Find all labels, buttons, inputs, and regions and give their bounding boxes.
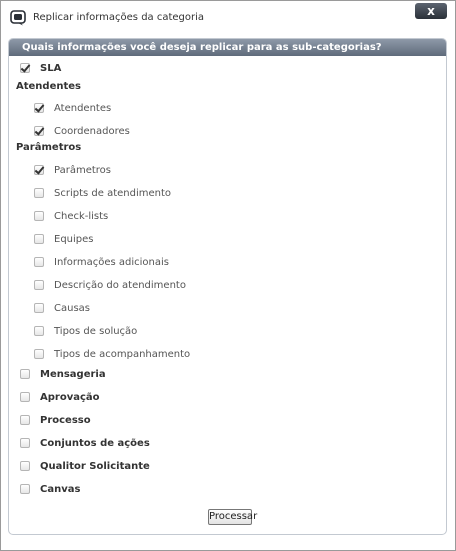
process-button[interactable]: Processar (208, 509, 257, 525)
option-label: Tipos de acompanhamento (54, 348, 191, 360)
option-processo[interactable]: Processo (20, 413, 91, 427)
sla-label: SLA (40, 62, 62, 74)
option-qualitor-solicitante[interactable]: Qualitor Solicitante (20, 459, 150, 473)
option-label: Causas (54, 302, 90, 314)
option-tipos-solucao[interactable]: Tipos de solução (34, 324, 137, 338)
processo-checkbox[interactable] (20, 415, 30, 425)
equipes-checkbox[interactable] (34, 234, 44, 244)
option-label: Canvas (40, 483, 81, 495)
tipos-solucao-checkbox[interactable] (34, 326, 44, 336)
option-causas[interactable]: Causas (34, 301, 90, 315)
option-parametros[interactable]: Parâmetros (34, 163, 111, 177)
coordenadores-checkbox[interactable] (34, 126, 44, 136)
conjuntos-checkbox[interactable] (20, 438, 30, 448)
close-icon[interactable]: x (427, 4, 435, 18)
option-sla[interactable]: SLA (20, 61, 61, 75)
option-scripts[interactable]: Scripts de atendimento (34, 186, 171, 200)
informacoes-checkbox[interactable] (34, 257, 44, 267)
option-label: Processo (40, 414, 91, 426)
option-mensageria[interactable]: Mensageria (20, 367, 106, 381)
sla-checkbox[interactable] (20, 63, 30, 73)
option-checklists[interactable]: Check-lists (34, 209, 108, 223)
option-coordenadores[interactable]: Coordenadores (34, 124, 130, 138)
option-equipes[interactable]: Equipes (34, 232, 94, 246)
checklists-checkbox[interactable] (34, 211, 44, 221)
close-button[interactable]: x (415, 3, 447, 19)
option-label: Aprovação (40, 391, 100, 403)
option-tipos-acompanhamento[interactable]: Tipos de acompanhamento (34, 347, 190, 361)
option-label: Atendentes (54, 102, 112, 114)
aprovacao-checkbox[interactable] (20, 392, 30, 402)
option-atendentes[interactable]: Atendentes (34, 101, 111, 115)
title-bar: Replicar informações da categoria x (1, 1, 455, 35)
parametros-checkbox[interactable] (34, 165, 44, 175)
option-label: Tipos de solução (54, 325, 138, 337)
mensageria-checkbox[interactable] (20, 369, 30, 379)
option-descricao[interactable]: Descrição do atendimento (34, 278, 186, 292)
option-label: Mensageria (40, 368, 106, 380)
dialog-title: Replicar informações da categoria (33, 12, 205, 23)
causas-checkbox[interactable] (34, 303, 44, 313)
atendentes-checkbox[interactable] (34, 103, 44, 113)
canvas-checkbox[interactable] (20, 484, 30, 494)
option-aprovacao[interactable]: Aprovação (20, 390, 100, 404)
option-label: Qualitor Solicitante (40, 460, 150, 472)
tipos-acompanhamento-checkbox[interactable] (34, 349, 44, 359)
option-informacoes[interactable]: Informações adicionais (34, 255, 169, 269)
option-canvas[interactable]: Canvas (20, 482, 80, 496)
option-label: Scripts de atendimento (54, 187, 172, 199)
option-label: Coordenadores (54, 125, 130, 137)
scripts-checkbox[interactable] (34, 188, 44, 198)
option-label: Conjuntos de ações (40, 437, 150, 449)
option-label: Descrição do atendimento (54, 279, 186, 291)
replicate-dialog: Replicar informações da categoria x Quai… (0, 0, 456, 551)
qualitor-solicitante-checkbox[interactable] (20, 461, 30, 471)
option-label: Equipes (54, 233, 94, 245)
section-parametros: Parâmetros (16, 142, 82, 153)
descricao-checkbox[interactable] (34, 280, 44, 290)
option-conjuntos[interactable]: Conjuntos de ações (20, 436, 150, 450)
app-icon (10, 10, 26, 26)
panel-header: Quais informações você deseja replicar p… (9, 39, 446, 56)
section-atendentes: Atendentes (16, 81, 81, 92)
option-label: Parâmetros (54, 164, 111, 176)
option-label: Check-lists (54, 210, 109, 222)
option-label: Informações adicionais (54, 256, 169, 268)
